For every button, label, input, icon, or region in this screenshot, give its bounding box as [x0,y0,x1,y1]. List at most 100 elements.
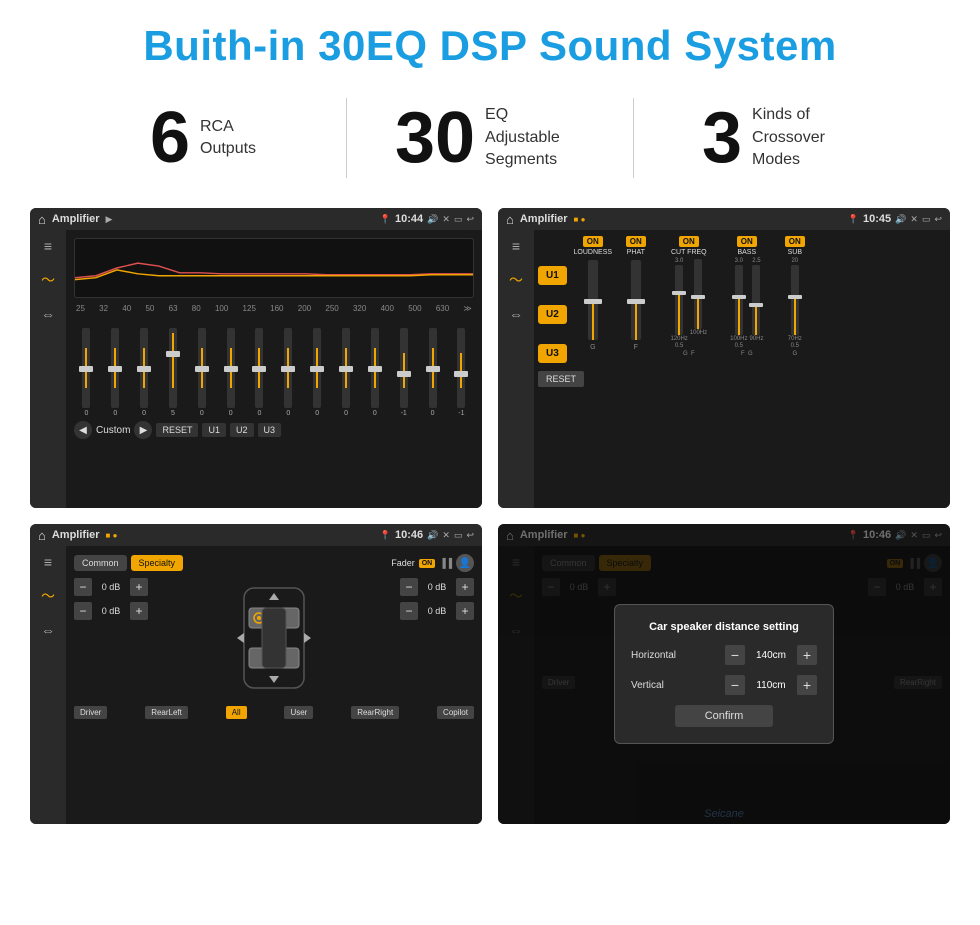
eq-u2-btn[interactable]: U2 [230,423,254,437]
eq-icon-2[interactable]: ≡ [512,238,520,254]
user-icon-3[interactable]: 👤 [456,554,474,572]
bass-slider-2[interactable] [752,265,760,335]
close-icon-1[interactable]: ✕ [442,214,450,225]
eq-freq-labels: 25 32 40 50 63 80 100 125 160 200 250 32… [74,304,474,313]
eq-u3-btn[interactable]: U3 [258,423,282,437]
vertical-row: Vertical − 110cm + [631,675,817,695]
location-icon-2: 📍 [848,214,859,225]
fader-bars: ▐▐ [439,558,452,568]
stat-number-eq: 30 [395,102,475,174]
arrows-icon-3[interactable]: ⇔ [41,622,55,638]
horizontal-value: 140cm [751,650,791,661]
common-tab[interactable]: Common [74,555,127,571]
eq-slider-4: 0 [198,328,206,417]
vertical-plus[interactable]: + [797,675,817,695]
confirm-button[interactable]: Confirm [675,705,774,727]
dialog-screen: ⌂ Amplifier ■ ● 📍 10:46 🔊 ✕ ▭ ↩ ≡ 〜 ⇔ [498,524,950,824]
u3-btn[interactable]: U3 [538,344,567,363]
back-icon-3[interactable]: ↩ [466,530,474,541]
window-icon-1[interactable]: ▭ [454,214,463,225]
u1-btn[interactable]: U1 [538,266,567,285]
close-icon-2[interactable]: ✕ [910,214,918,225]
home-icon-1[interactable]: ⌂ [38,212,46,227]
arrows-icon-2[interactable]: ⇔ [509,306,523,322]
sub-channel: ON SUB 20 70Hz 0.5 [775,236,815,363]
bottom-left-minus[interactable]: − [74,602,92,620]
wave-icon-2[interactable]: 〜 [509,270,523,290]
bottom-right-value: 0 dB [422,606,452,616]
home-icon-3[interactable]: ⌂ [38,528,46,543]
eq-slider-13: -1 [457,328,465,417]
copilot-btn[interactable]: Copilot [437,706,474,719]
back-icon-1[interactable]: ↩ [466,214,474,225]
driver-btn[interactable]: Driver [74,706,107,719]
horizontal-minus[interactable]: − [725,645,745,665]
location-icon-1: 📍 [380,214,391,225]
status-time-1: 10:44 [395,213,423,225]
volume-icon-3[interactable]: 🔊 [427,530,438,541]
top-left-minus[interactable]: − [74,578,92,596]
top-left-plus[interactable]: + [130,578,148,596]
sidebar-2: ≡ 〜 ⇔ [498,230,534,508]
eq-prev-btn[interactable]: ◀ [74,421,92,439]
phat-label: PHAT [627,249,645,256]
phat-channel: ON PHAT F [616,236,656,363]
window-icon-3[interactable]: ▭ [454,530,463,541]
amp2-reset-btn[interactable]: RESET [538,371,584,387]
cutfreq-slider-1[interactable] [675,265,683,335]
vertical-minus[interactable]: − [725,675,745,695]
eq-next-btn[interactable]: ▶ [134,421,152,439]
dialog-overlay: Car speaker distance setting Horizontal … [498,524,950,824]
phat-on: ON [626,236,646,247]
eq-icon-3[interactable]: ≡ [44,554,52,570]
eq-slider-1: 0 [111,328,119,417]
loudness-label: LOUDNESS [574,249,613,256]
top-right-minus[interactable]: − [400,578,418,596]
fader-label: Fader [391,558,415,568]
screen-body-3: ≡ 〜 ⇔ Common Specialty Fader ON ▐▐ 👤 [30,546,482,824]
horizontal-plus[interactable]: + [797,645,817,665]
loudness-slider[interactable] [588,260,598,340]
all-btn[interactable]: All [226,706,247,719]
eq-u1-btn[interactable]: U1 [202,423,226,437]
wave-icon-1[interactable]: 〜 [41,270,55,290]
bottom-left-plus[interactable]: + [130,602,148,620]
rear-right-btn[interactable]: RearRight [351,706,399,719]
eq-slider-9: 0 [342,328,350,417]
bass-channel: ON BASS 3.0 100Hz 0. [722,236,772,363]
bass-on: ON [737,236,757,247]
home-icon-2[interactable]: ⌂ [506,212,514,227]
top-right-plus[interactable]: + [456,578,474,596]
sub-slider[interactable] [791,265,799,335]
status-title-2: Amplifier [520,213,568,225]
bottom-right-minus[interactable]: − [400,602,418,620]
rear-left-btn[interactable]: RearLeft [145,706,188,719]
specialty-tab[interactable]: Specialty [131,555,184,571]
wave-icon-3[interactable]: 〜 [41,586,55,606]
loudness-channel: ON LOUDNESS G [573,236,613,363]
u2-btn[interactable]: U2 [538,305,567,324]
speaker-layout: − 0 dB + − 0 dB + [74,578,474,698]
amp2-screen: ⌂ Amplifier ■ ● 📍 10:45 🔊 ✕ ▭ ↩ ≡ 〜 ⇔ [498,208,950,508]
bass-slider-1[interactable] [735,265,743,335]
eq-icon-1[interactable]: ≡ [44,238,52,254]
sub-label: SUB [788,249,802,256]
user-btn[interactable]: User [284,706,313,719]
volume-icon-1[interactable]: 🔊 [427,214,438,225]
status-time-3: 10:46 [395,529,423,541]
bottom-right-plus[interactable]: + [456,602,474,620]
volume-icon-2[interactable]: 🔊 [895,214,906,225]
window-icon-2[interactable]: ▭ [922,214,931,225]
eq-slider-0: 0 [82,328,90,417]
left-controls: − 0 dB + − 0 dB + [74,578,148,698]
cutfreq-label: CUT FREQ [671,249,707,256]
screens-grid: ⌂ Amplifier ▶ 📍 10:44 🔊 ✕ ▭ ↩ ≡ 〜 ⇔ [0,198,980,834]
arrows-icon-1[interactable]: ⇔ [41,306,55,322]
back-icon-2[interactable]: ↩ [934,214,942,225]
phat-slider[interactable] [631,260,641,340]
cutfreq-slider-2[interactable] [694,259,702,329]
close-icon-3[interactable]: ✕ [442,530,450,541]
eq-reset-btn[interactable]: RESET [156,423,198,437]
speaker-screen: ⌂ Amplifier ■ ● 📍 10:46 🔊 ✕ ▭ ↩ ≡ 〜 ⇔ C [30,524,482,824]
fader-on-badge: ON [419,559,436,568]
